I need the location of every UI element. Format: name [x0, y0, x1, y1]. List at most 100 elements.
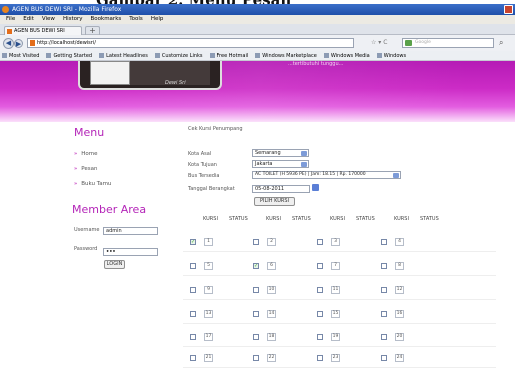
- menu-view[interactable]: View: [42, 16, 55, 22]
- tab-agen-bus[interactable]: AGEN BUS DEWI SRI: [4, 26, 82, 35]
- bookmark-icon: [323, 53, 329, 58]
- tanggal-input[interactable]: 05-08-2011: [252, 185, 310, 193]
- bookmarks-bar: Most Visited Getting Started Latest Headli…: [0, 51, 515, 61]
- seat-checkbox[interactable]: [253, 239, 259, 245]
- bookmark-item[interactable]: Windows Marketplace: [255, 51, 317, 61]
- seat-number: 8: [395, 262, 404, 270]
- kota-tujuan-label: Kota Tujuan: [188, 162, 217, 168]
- row-divider: [183, 346, 496, 347]
- bookmark-item[interactable]: Free Hotmail: [209, 51, 248, 61]
- seat-number: 5: [204, 262, 213, 270]
- new-tab-button[interactable]: +: [85, 26, 100, 35]
- seat-checkbox[interactable]: [190, 311, 196, 317]
- back-button[interactable]: ◀: [3, 38, 14, 49]
- seat-number: 15: [331, 310, 340, 318]
- menu-history[interactable]: History: [63, 16, 83, 22]
- site-favicon-icon: [7, 29, 12, 34]
- seat-checkbox[interactable]: [381, 287, 387, 293]
- seat-number: 24: [395, 354, 404, 362]
- seat-checkbox[interactable]: [381, 334, 387, 340]
- seat-checkbox[interactable]: [253, 334, 259, 340]
- bookmark-item[interactable]: Windows: [376, 51, 406, 61]
- close-window-button[interactable]: [504, 5, 513, 14]
- window-title: AGEN BUS DEWI SRI - Mozilla Firefox: [12, 6, 122, 13]
- pilih-kursi-button[interactable]: PILIH KURSI: [254, 197, 295, 206]
- password-input[interactable]: •••: [103, 248, 158, 256]
- seat-number: 18: [267, 333, 276, 341]
- seat-number: 20: [395, 333, 404, 341]
- bookmark-item[interactable]: Most Visited: [2, 51, 39, 61]
- window-titlebar: AGEN BUS DEWI SRI - Mozilla Firefox: [0, 4, 515, 15]
- seat-checkbox[interactable]: [317, 311, 323, 317]
- menu-edit[interactable]: Edit: [23, 16, 34, 22]
- menu-tools[interactable]: Tools: [129, 16, 143, 22]
- kursi-header: KURSI: [330, 216, 345, 222]
- bookmark-item[interactable]: Customize Links: [154, 51, 203, 61]
- seat-checkbox[interactable]: ✓: [190, 239, 196, 245]
- seat-checkbox[interactable]: [317, 334, 323, 340]
- row-divider: [183, 323, 496, 324]
- menu-title: Menu: [74, 126, 105, 139]
- url-bar[interactable]: http://localhost/dewisri/: [27, 38, 354, 48]
- calendar-icon[interactable]: [312, 184, 319, 191]
- kota-asal-label: Kota Asal: [188, 151, 212, 157]
- menu-file[interactable]: File: [6, 16, 15, 22]
- forward-button[interactable]: ▶: [14, 39, 23, 48]
- seat-checkbox[interactable]: [317, 239, 323, 245]
- seat-number: 22: [267, 354, 276, 362]
- bookmark-item[interactable]: Latest Headlines: [99, 51, 148, 61]
- seat-number: 4: [395, 238, 404, 246]
- row-divider: [183, 251, 496, 252]
- seat-checkbox[interactable]: [381, 239, 387, 245]
- menu-item-buku-tamu[interactable]: » Buku Tamu: [74, 181, 111, 187]
- member-area-title: Member Area: [72, 203, 147, 216]
- seat-checkbox[interactable]: [253, 355, 259, 361]
- seat-checkbox[interactable]: ✓: [253, 263, 259, 269]
- kursi-header: KURSI: [203, 216, 218, 222]
- kota-tujuan-select[interactable]: Jakarta: [252, 160, 309, 168]
- bookmark-item[interactable]: Windows Media: [323, 51, 370, 61]
- kursi-header: KURSI: [394, 216, 409, 222]
- seat-checkbox[interactable]: [381, 263, 387, 269]
- url-favicon-icon: [30, 40, 35, 46]
- seat-number: 13: [204, 310, 213, 318]
- menu-bookmarks[interactable]: Bookmarks: [91, 16, 122, 22]
- seat-number: 11: [331, 286, 340, 294]
- bookmark-icon: [209, 53, 215, 58]
- seat-checkbox[interactable]: [317, 263, 323, 269]
- bookmark-icon: [154, 53, 160, 58]
- seat-checkbox[interactable]: [190, 263, 196, 269]
- username-input[interactable]: admin: [103, 227, 158, 235]
- seat-checkbox[interactable]: [381, 311, 387, 317]
- banner-photo: Dewi Sri: [78, 61, 222, 90]
- login-button[interactable]: LOGIN: [104, 260, 125, 269]
- status-header: STATUS: [229, 216, 248, 222]
- menu-item-pesan[interactable]: » Pesan: [74, 166, 97, 172]
- tab-bar: AGEN BUS DEWI SRI +: [0, 24, 515, 35]
- seat-checkbox[interactable]: [317, 287, 323, 293]
- seat-checkbox[interactable]: [253, 311, 259, 317]
- google-icon: [405, 40, 412, 46]
- navigation-bar: ◀ ▶ http://localhost/dewisri/ ☆ ▾ C Goog…: [0, 35, 515, 51]
- seat-checkbox[interactable]: [253, 287, 259, 293]
- search-icon[interactable]: ⌕: [499, 38, 503, 48]
- bookmark-icon: [99, 53, 105, 58]
- kota-asal-select[interactable]: Semarang: [252, 149, 309, 157]
- seat-number: 3: [331, 238, 340, 246]
- seat-checkbox[interactable]: [190, 355, 196, 361]
- reload-icon[interactable]: ☆ ▾ C: [371, 39, 387, 46]
- menu-item-home[interactable]: » Home: [74, 151, 97, 157]
- bookmark-item[interactable]: Getting Started: [46, 51, 92, 61]
- seat-checkbox[interactable]: [317, 355, 323, 361]
- tanggal-label: Tanggal Berangkat: [188, 186, 235, 192]
- bus-select[interactable]: AC TOILET (H 5936 PE) | Jam: 18.15 | Rp.…: [252, 171, 401, 179]
- search-input[interactable]: Google: [402, 38, 494, 48]
- row-divider: [183, 367, 496, 368]
- seat-checkbox[interactable]: [381, 355, 387, 361]
- banner-text: ...tertibutuhi tunggu...: [288, 61, 344, 67]
- seat-checkbox[interactable]: [190, 334, 196, 340]
- seat-number: 7: [331, 262, 340, 270]
- seat-checkbox[interactable]: [190, 287, 196, 293]
- menu-help[interactable]: Help: [151, 16, 164, 22]
- bookmark-icon: [2, 53, 7, 58]
